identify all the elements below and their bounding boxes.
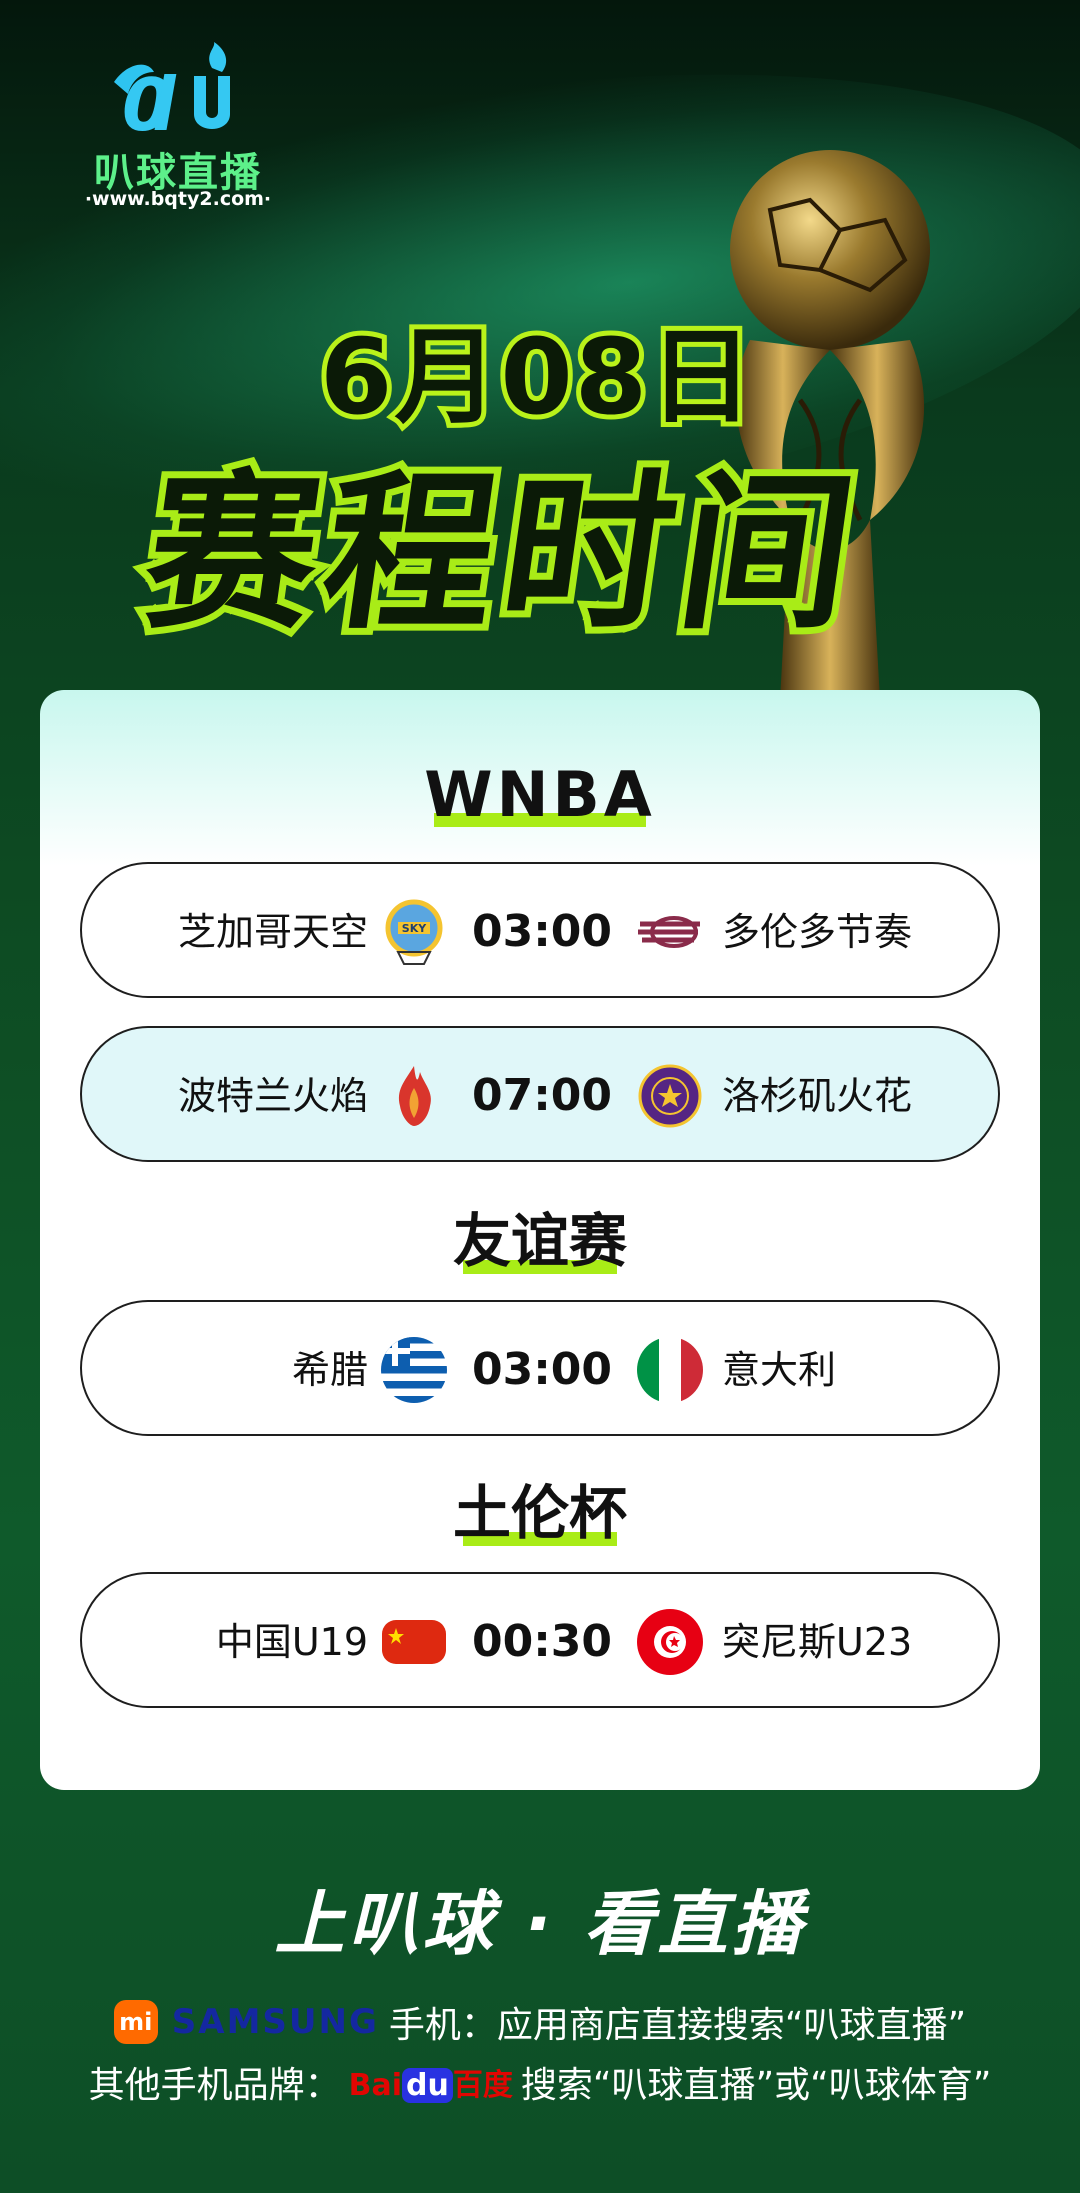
away-team: 突尼斯U23 — [722, 1620, 913, 1664]
download-hint-text-1: 手机：应用商店直接搜索“叭球直播” — [388, 2005, 967, 2046]
section-title-toulon-cup: 土伦杯 — [40, 1466, 1040, 1550]
schedule-poster: 0 叭球直播 ·www.bqty2.com· 6月08日 赛程时间 WNBA 芝… — [0, 0, 1080, 2193]
schedule-card: WNBA 芝加哥天空 SKY 03:00 多伦多节奏 波特兰火焰 07:00 洛… — [40, 690, 1040, 1790]
portland-fire-logo-icon — [398, 1066, 431, 1126]
brand-url: ·www.bqty2.com· — [84, 188, 272, 210]
brand-logo: 0 叭球直播 ·www.bqty2.com· — [68, 42, 288, 222]
download-hint-line-1: mi SAMSUNG 手机：应用商店直接搜索“叭球直播” — [0, 1996, 1080, 2048]
match-time: 03:00 — [471, 1344, 613, 1395]
page-title: 赛程时间 — [127, 448, 881, 660]
italy-flag-icon — [637, 1337, 703, 1403]
bq-logo-mark-icon: 0 — [114, 42, 230, 142]
home-team: 波特兰火焰 — [177, 1074, 368, 1118]
home-team: 希腊 — [291, 1348, 368, 1392]
toronto-tempo-logo-icon — [638, 916, 700, 948]
home-team: 中国U19 — [215, 1620, 368, 1664]
away-team: 洛杉矶火花 — [722, 1074, 913, 1118]
baidu-logo-icon: Bai du 百度 — [348, 2068, 513, 2103]
away-team: 意大利 — [722, 1348, 837, 1392]
la-sparks-logo-icon — [638, 1064, 702, 1128]
download-hint-suffix: 搜索“叭球直播”或“叭球体育” — [520, 2065, 992, 2106]
away-team: 多伦多节奏 — [722, 910, 913, 954]
chicago-sky-logo-icon: SKY — [385, 899, 443, 965]
match-row: 希腊 03:00 意大利 — [80, 1300, 1000, 1436]
svg-text:SKY: SKY — [402, 922, 427, 935]
section-title-wnba: WNBA — [424, 758, 656, 831]
match-time: 03:00 — [471, 906, 613, 957]
download-hint-line-2: 其他手机品牌： Bai du 百度 搜索“叭球直播”或“叭球体育” — [0, 2056, 1080, 2108]
tunisia-flag-icon — [637, 1609, 703, 1675]
china-flag-icon — [382, 1620, 446, 1664]
section-title-friendly: 友谊赛 — [40, 1194, 1040, 1278]
home-team: 芝加哥天空 — [177, 910, 368, 954]
match-row: 中国U19 00:30 突尼斯U23 — [80, 1572, 1000, 1708]
match-time: 07:00 — [471, 1070, 613, 1121]
match-row: 波特兰火焰 07:00 洛杉矶火花 — [80, 1026, 1000, 1162]
download-hint-prefix: 其他手机品牌： — [88, 2065, 341, 2106]
match-time: 00:30 — [471, 1616, 613, 1667]
greece-flag-icon — [381, 1337, 447, 1403]
samsung-logo: SAMSUNG — [171, 2002, 379, 2042]
slogan: 上叭球 · 看直播 — [274, 1883, 806, 1965]
match-row: 芝加哥天空 SKY 03:00 多伦多节奏 — [80, 862, 1000, 998]
xiaomi-logo-icon: mi — [113, 2000, 158, 2044]
